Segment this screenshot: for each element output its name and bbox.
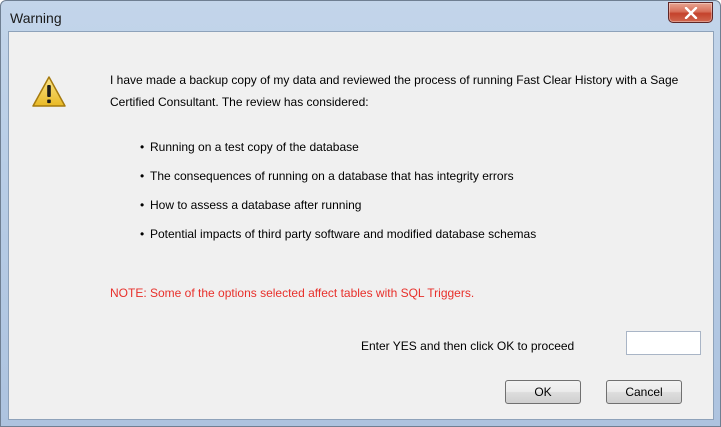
list-item-text: Running on a test copy of the database bbox=[150, 140, 359, 154]
list-item: • The consequences of running on a databa… bbox=[140, 169, 514, 183]
list-item-text: How to assess a database after running bbox=[150, 198, 362, 212]
title-bar[interactable]: Warning bbox=[1, 1, 720, 31]
list-item-text: Potential impacts of third party softwar… bbox=[150, 227, 537, 241]
cancel-button[interactable]: Cancel bbox=[606, 380, 682, 404]
dialog-body: I have made a backup copy of my data and… bbox=[8, 31, 714, 420]
warning-message: I have made a backup copy of my data and… bbox=[110, 73, 679, 109]
list-item: • Running on a test copy of the database bbox=[140, 140, 359, 154]
dialog-title: Warning bbox=[10, 10, 62, 26]
close-icon bbox=[684, 6, 697, 19]
list-item: • How to assess a database after running bbox=[140, 198, 362, 212]
confirm-input[interactable] bbox=[626, 331, 701, 355]
warning-dialog: Warning I have made a backup copy of my … bbox=[0, 0, 721, 427]
ok-button[interactable]: OK bbox=[505, 380, 581, 404]
close-button[interactable] bbox=[668, 2, 713, 23]
list-item-text: The consequences of running on a databas… bbox=[150, 169, 514, 183]
warning-icon bbox=[32, 76, 66, 107]
review-checklist: • Running on a test copy of the database … bbox=[140, 136, 536, 252]
confirm-label: Enter YES and then click OK to proceed bbox=[361, 339, 575, 353]
list-item: • Potential impacts of third party softwa… bbox=[140, 227, 537, 241]
sql-triggers-note: NOTE: Some of the options selected affec… bbox=[110, 286, 475, 300]
